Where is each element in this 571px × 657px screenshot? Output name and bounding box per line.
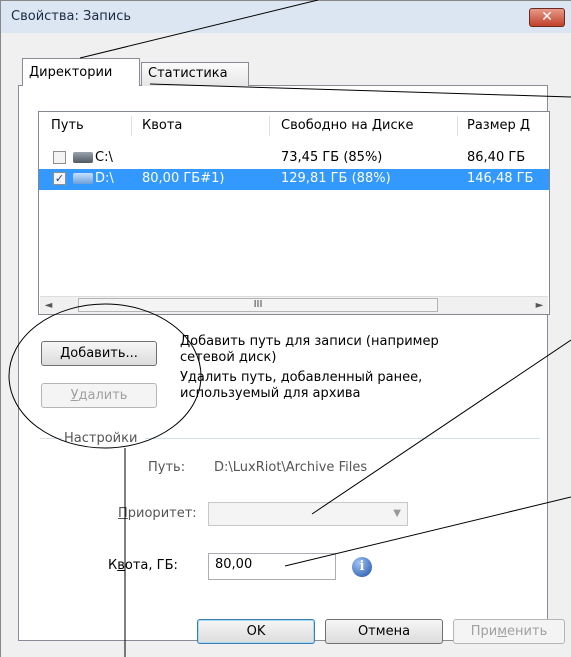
remove-button[interactable]: Удалить <box>41 383 157 408</box>
remove-description: Удалить путь, добавленный ранее, использ… <box>180 370 423 401</box>
remove-button-label: далить <box>78 388 128 403</box>
row-free: 73,45 ГБ (85%) <box>281 150 383 165</box>
priority-label: Приоритет: <box>118 506 197 522</box>
column-header-free[interactable]: Свободно на Диске <box>281 112 413 140</box>
row-free: 129,81 ГБ (88%) <box>281 171 391 186</box>
dropdown-arrow-icon: ▼ <box>393 508 401 519</box>
quota-field[interactable]: 80,00 <box>208 553 336 580</box>
column-header-quota[interactable]: Квота <box>142 112 182 140</box>
row-path: C:\ <box>95 150 113 165</box>
apply-hotkey: м <box>497 624 508 639</box>
row-size: 86,40 ГБ <box>467 150 526 165</box>
scroll-thumb[interactable]: III <box>78 298 438 312</box>
scroll-right-icon[interactable]: ► <box>531 297 548 314</box>
priority-select[interactable]: ▼ <box>208 502 408 526</box>
scroll-left-icon[interactable]: ◄ <box>40 297 57 314</box>
row-path: D:\ <box>95 171 114 186</box>
title-bar: Свойства: Запись ✕ <box>1 1 571 33</box>
cancel-button[interactable]: Отмена <box>325 619 443 644</box>
path-label: Путь: <box>148 460 186 475</box>
column-header-size[interactable]: Размер Д <box>467 112 530 140</box>
checkbox-icon[interactable] <box>53 151 66 164</box>
path-value: D:\LuxRiot\Archive Files <box>214 460 368 475</box>
group-divider <box>145 438 540 439</box>
list-row-d[interactable]: ✓ D:\ 80,00 ГБ#1) 129,81 ГБ (88%) 146,48… <box>39 169 549 190</box>
row-quota: 80,00 ГБ#1) <box>142 171 225 186</box>
quota-label: Квота, ГБ: <box>108 558 178 574</box>
column-header-path[interactable]: Путь <box>51 112 84 140</box>
add-button-hotkey: Д <box>60 346 71 361</box>
tab-directories[interactable]: Директории <box>22 58 140 86</box>
horizontal-scrollbar[interactable]: ◄ III ► <box>40 296 548 314</box>
directory-list[interactable]: Путь Квота Свободно на Диске Размер Д C:… <box>38 111 550 315</box>
apply-rest: енить <box>507 624 548 639</box>
settings-group-label: Настройки <box>64 431 138 446</box>
add-button-label: обавить... <box>70 346 138 361</box>
window-title: Свойства: Запись <box>11 9 132 24</box>
quota-label-prefix: К <box>108 558 118 573</box>
hard-drive-icon <box>73 173 93 184</box>
info-icon[interactable]: i <box>352 557 372 577</box>
quota-label-text: ота, ГБ: <box>124 558 178 573</box>
quota-label-hotkey: в <box>117 558 125 573</box>
apply-button[interactable]: Применить <box>453 619 565 644</box>
ok-button[interactable]: OK <box>197 619 315 644</box>
priority-label-hotkey: П <box>118 506 128 521</box>
hard-drive-icon <box>73 152 93 163</box>
apply-prefix: При <box>470 624 498 639</box>
tab-statistics[interactable]: Статистика <box>141 62 249 86</box>
list-row-c[interactable]: C:\ 73,45 ГБ (85%) 86,40 ГБ <box>39 148 549 169</box>
close-icon: ✕ <box>541 9 553 25</box>
group-divider <box>40 438 62 439</box>
row-size: 146,48 ГБ <box>467 171 534 186</box>
close-button[interactable]: ✕ <box>529 8 565 27</box>
priority-label-text: риоритет: <box>127 506 197 521</box>
add-description: Добавить путь для записи (например сетев… <box>180 334 439 365</box>
checkbox-icon[interactable]: ✓ <box>53 172 66 185</box>
add-button[interactable]: Добавить... <box>41 341 157 366</box>
